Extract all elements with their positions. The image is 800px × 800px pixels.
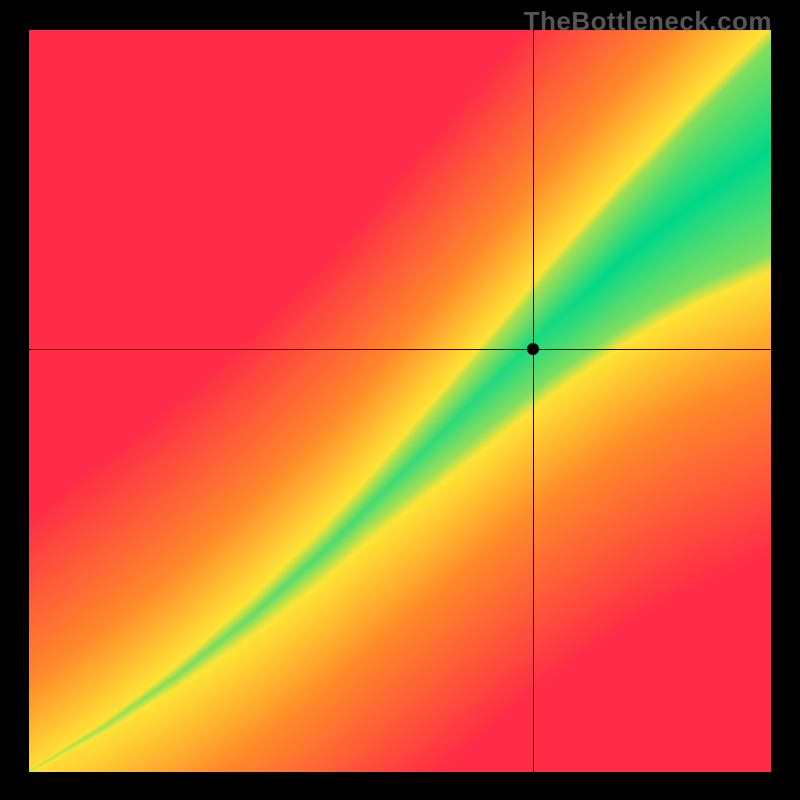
marker-point	[527, 343, 539, 355]
crosshair-horizontal	[29, 349, 771, 350]
watermark-text: TheBottleneck.com	[524, 6, 772, 37]
crosshair-vertical	[533, 30, 534, 772]
bottleneck-heatmap-canvas	[29, 30, 771, 772]
chart-frame: TheBottleneck.com	[0, 0, 800, 800]
